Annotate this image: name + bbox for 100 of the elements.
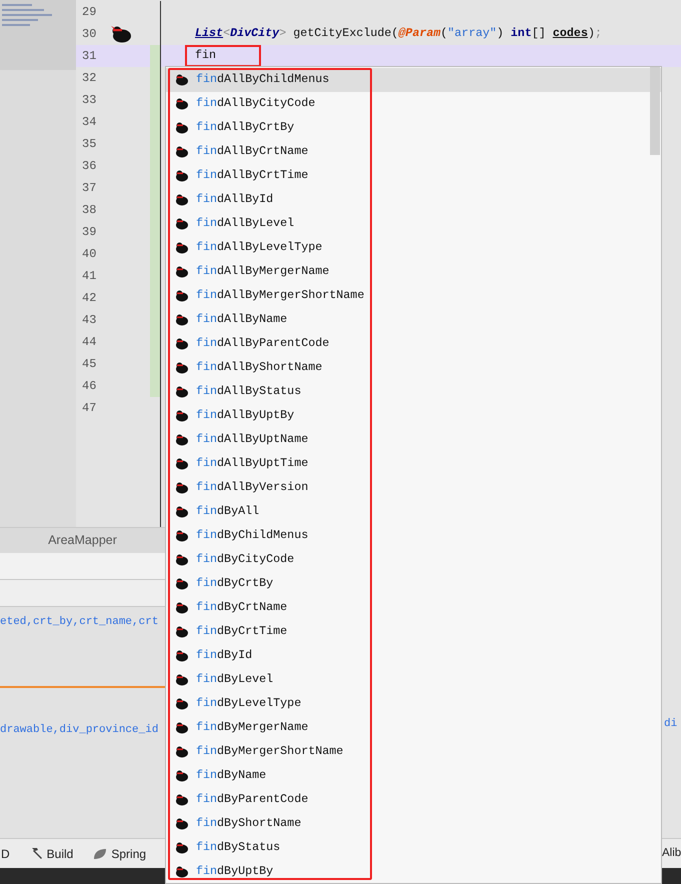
completion-item[interactable]: findAllByParentCode xyxy=(166,332,661,356)
completion-item[interactable]: findAllById xyxy=(166,188,661,212)
completion-item[interactable]: findByChildMenus xyxy=(166,524,661,548)
line-number: 34 xyxy=(81,114,98,131)
bird-icon xyxy=(175,698,189,710)
bird-icon xyxy=(175,578,189,590)
completion-item[interactable]: findAllByUptName xyxy=(166,428,661,452)
bird-icon xyxy=(175,290,189,302)
bird-icon xyxy=(175,122,189,134)
bird-icon xyxy=(175,242,189,254)
leaf-icon xyxy=(93,848,108,860)
line-number: 42 xyxy=(81,290,98,307)
completion-item[interactable]: findById xyxy=(166,644,661,668)
completion-item[interactable]: findAllByCrtName xyxy=(166,140,661,164)
completion-item[interactable]: findByParentCode xyxy=(166,788,661,812)
line-number: 29 xyxy=(81,4,98,21)
completion-item[interactable]: findByAll xyxy=(166,500,661,524)
sql-text: drawable,div_province_id xyxy=(0,723,160,738)
bird-icon xyxy=(175,98,189,110)
bird-icon xyxy=(175,530,189,542)
tool-window-tab[interactable]: AreaMapper xyxy=(0,527,165,553)
line-number: 32 xyxy=(81,70,98,87)
bird-icon xyxy=(175,818,189,830)
bird-icon xyxy=(175,794,189,806)
line-number: 47 xyxy=(81,400,98,417)
scrollbar-thumb[interactable] xyxy=(650,67,660,155)
line-number: 30 xyxy=(81,26,98,43)
line-number: 45 xyxy=(81,356,98,373)
line-number: 40 xyxy=(81,246,98,263)
completion-item[interactable]: findByCrtName xyxy=(166,596,661,620)
line-number: 31 xyxy=(81,48,98,65)
line-number: 44 xyxy=(81,334,98,351)
line-number: 41 xyxy=(81,268,98,285)
code-text: fin xyxy=(195,48,216,62)
completion-item[interactable]: findAllByCrtTime xyxy=(166,164,661,188)
bird-icon xyxy=(175,386,189,398)
bird-icon xyxy=(175,410,189,422)
line-number: 36 xyxy=(81,158,98,175)
completion-item[interactable]: findAllByStatus xyxy=(166,380,661,404)
bird-icon xyxy=(175,74,189,86)
completion-item[interactable]: findByCrtBy xyxy=(166,572,661,596)
completion-item[interactable]: findAllByCrtBy xyxy=(166,116,661,140)
bird-icon xyxy=(175,602,189,614)
bird-icon xyxy=(175,722,189,734)
bird-icon xyxy=(175,554,189,566)
bird-icon xyxy=(175,770,189,782)
completion-item[interactable]: findByStatus xyxy=(166,836,661,860)
completion-item[interactable]: findAllByChildMenus xyxy=(166,68,661,92)
completion-item[interactable]: findAllByCityCode xyxy=(166,92,661,116)
sql-text: eted,crt_by,crt_name,crt xyxy=(0,615,160,630)
bird-icon xyxy=(175,194,189,206)
toolbar-item[interactable]: Alib xyxy=(662,844,681,862)
bird-icon xyxy=(175,434,189,446)
completion-item[interactable]: findAllByUptTime xyxy=(166,452,661,476)
bird-icon xyxy=(175,362,189,374)
bird-icon xyxy=(175,674,189,686)
completion-item[interactable]: findByCrtTime xyxy=(166,620,661,644)
bird-icon xyxy=(175,482,189,494)
completion-item[interactable]: findByUptBy xyxy=(166,860,661,883)
line-number: 46 xyxy=(81,378,98,395)
sql-text: di xyxy=(664,717,678,732)
code-text: List<DivCity> getCityExclude(@Param("array") int[] codes); xyxy=(195,25,602,42)
completion-item[interactable]: findByCityCode xyxy=(166,548,661,572)
completion-item[interactable]: findByName xyxy=(166,764,661,788)
completion-item[interactable]: findAllByLevelType xyxy=(166,236,661,260)
bird-icon xyxy=(175,218,189,230)
completion-item[interactable]: findByMergerShortName xyxy=(166,740,661,764)
completion-item[interactable]: findByMergerName xyxy=(166,716,661,740)
bird-icon xyxy=(175,650,189,662)
bird-icon xyxy=(175,626,189,638)
toolbar-item[interactable]: Spring xyxy=(93,844,146,862)
toolbar-item[interactable]: Build xyxy=(30,844,74,862)
bird-icon xyxy=(175,266,189,278)
line-number: 33 xyxy=(81,92,98,109)
line-number: 37 xyxy=(81,180,98,197)
bird-icon xyxy=(175,746,189,758)
completion-item[interactable]: findByLevelType xyxy=(166,692,661,716)
completion-item[interactable]: findByLevel xyxy=(166,668,661,692)
line-number: 43 xyxy=(81,312,98,329)
completion-item[interactable]: findByShortName xyxy=(166,812,661,836)
bird-icon xyxy=(175,170,189,182)
line-number: 35 xyxy=(81,136,98,153)
completion-item[interactable]: findAllByName xyxy=(166,308,661,332)
completion-item[interactable]: findAllByMergerName xyxy=(166,260,661,284)
hammer-icon xyxy=(30,847,43,860)
bird-icon xyxy=(175,314,189,326)
completion-item[interactable]: findAllByShortName xyxy=(166,356,661,380)
bird-icon xyxy=(175,506,189,518)
completion-item[interactable]: findAllByLevel xyxy=(166,212,661,236)
bird-icon xyxy=(175,866,189,878)
line-number: 38 xyxy=(81,202,98,219)
completion-item[interactable]: findAllByVersion xyxy=(166,476,661,500)
bird-icon xyxy=(175,458,189,470)
bird-icon xyxy=(175,842,189,854)
bird-icon xyxy=(175,146,189,158)
completion-item[interactable]: findAllByUptBy xyxy=(166,404,661,428)
line-number: 39 xyxy=(81,224,98,241)
bird-icon xyxy=(175,338,189,350)
toolbar-item[interactable]: D xyxy=(1,844,10,862)
completion-item[interactable]: findAllByMergerShortName xyxy=(166,284,661,308)
